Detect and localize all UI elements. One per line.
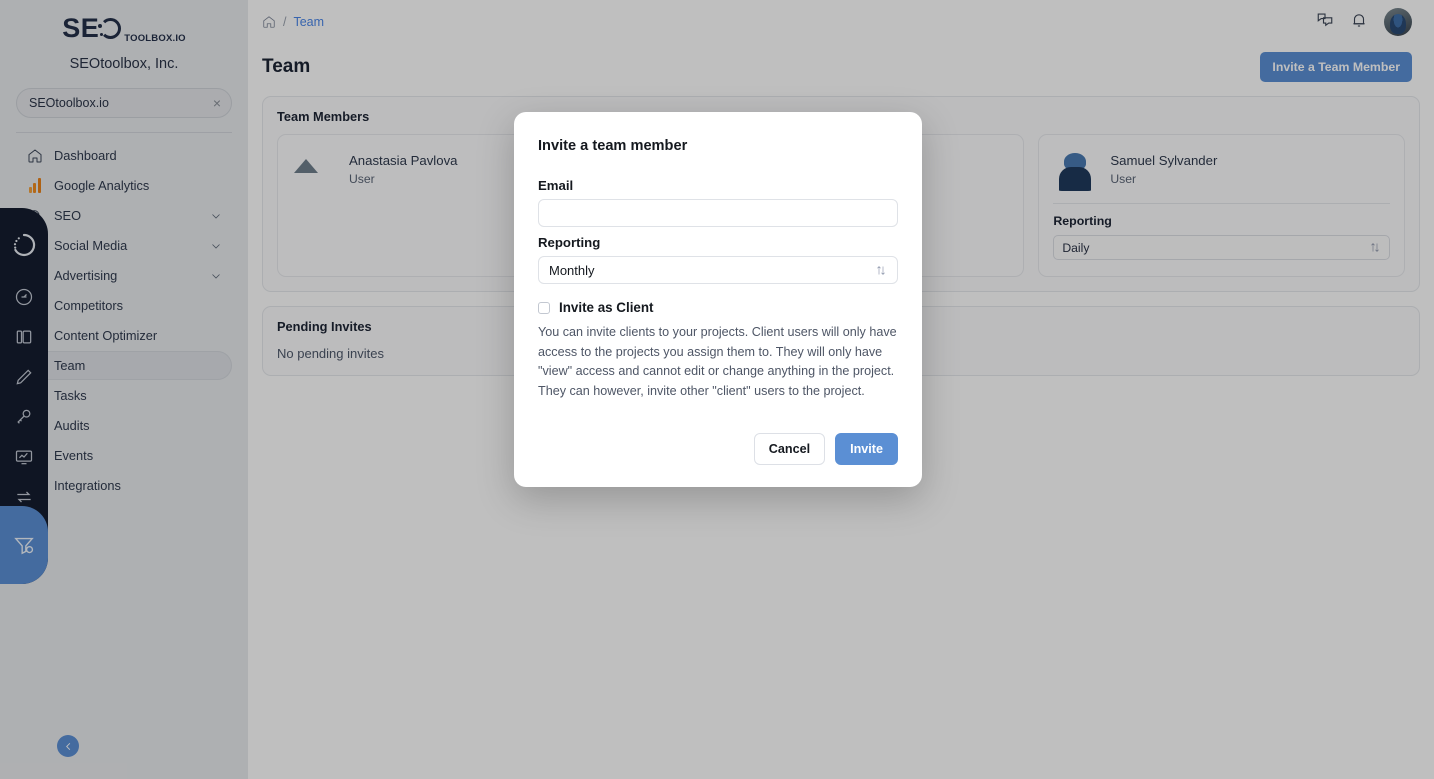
cancel-button[interactable]: Cancel: [753, 433, 826, 466]
modal-title: Invite a team member: [538, 138, 688, 154]
reporting-select-value: Monthly: [549, 262, 595, 278]
invite-team-member-modal: Invite a team member Email Reporting Mon…: [514, 112, 922, 488]
invite-as-client-label: Invite as Client: [559, 300, 654, 315]
modal-actions: Cancel Invite: [538, 433, 898, 466]
invite-as-client-help-text: You can invite clients to your projects.…: [538, 325, 897, 398]
invite-as-client-row[interactable]: Invite as Client: [538, 300, 898, 315]
app-root: SE TOOLBOX.IO SEOtoolbox, Inc. SEOtoolbo…: [0, 0, 1434, 779]
email-label: Email: [538, 178, 574, 193]
sort-updown-icon: [875, 264, 887, 277]
email-field[interactable]: [538, 199, 898, 227]
invite-as-client-checkbox[interactable]: [538, 301, 550, 314]
invite-button[interactable]: Invite: [835, 433, 898, 466]
reporting-label: Reporting: [538, 235, 601, 250]
reporting-select[interactable]: Monthly: [538, 256, 898, 284]
